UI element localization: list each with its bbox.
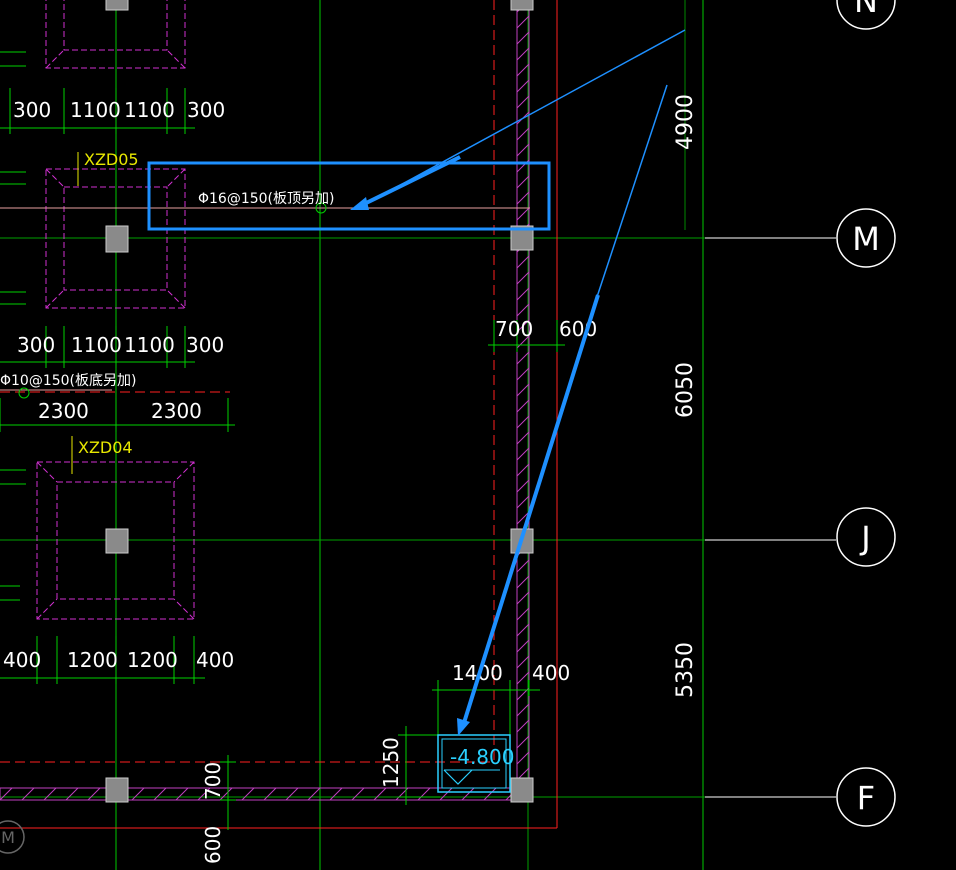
column-xzd05: [105, 225, 129, 253]
axis-label-f: F: [857, 779, 875, 817]
dim-row2-1: 1100: [71, 333, 122, 357]
axis-label-m: M: [852, 220, 880, 258]
dim-row3-1: 2300: [151, 399, 202, 423]
dim-bottom-b: 600: [201, 826, 225, 864]
axis-label-j: J: [859, 519, 870, 557]
dim-span-5350: 5350: [673, 642, 698, 698]
tag-xzd04: XZD04: [78, 438, 133, 457]
dim-row1-0: 300: [13, 98, 51, 122]
axis-label-n: N: [854, 0, 878, 20]
dim-row2-0: 300: [17, 333, 55, 357]
dim-row4-2: 1200: [127, 648, 178, 672]
axis-label-m-small: M: [1, 828, 15, 847]
rebar-note-top: Φ16@150(板顶另加): [198, 191, 334, 207]
cad-drawing-canvas: Φ16@150(板顶另加) Φ10@150(板底另加) XZD05 XZD04 …: [0, 0, 956, 870]
column-top: [105, 0, 129, 11]
dim-bottom-a: 700: [201, 762, 225, 800]
dim-row4-3: 400: [196, 648, 234, 672]
column-wall-f: [510, 777, 534, 803]
dim-span-4900: 4900: [673, 94, 698, 150]
dim-row4-0: 400: [3, 648, 41, 672]
dim-span-6050: 6050: [673, 362, 698, 418]
dim-row2-3: 300: [186, 333, 224, 357]
column-xzd04: [105, 528, 129, 554]
dim-row1-1: 1100: [70, 98, 121, 122]
rebar-note-bottom: Φ10@150(板底另加): [0, 373, 136, 389]
dim-row1-3: 300: [187, 98, 225, 122]
dim-wall-a: 700: [495, 317, 533, 341]
dim-row2-2: 1100: [124, 333, 175, 357]
tag-xzd05: XZD05: [84, 150, 139, 169]
dim-row1-2: 1100: [124, 98, 175, 122]
column-wall-top: [510, 0, 534, 11]
column-bottom-left: [105, 777, 129, 803]
elevation-label: -4.800: [450, 745, 514, 769]
dim-pit-height: 1250: [379, 737, 403, 788]
dim-row4-1: 1200: [67, 648, 118, 672]
dim-pit-right: 400: [532, 661, 570, 685]
dim-row3-0: 2300: [38, 399, 89, 423]
